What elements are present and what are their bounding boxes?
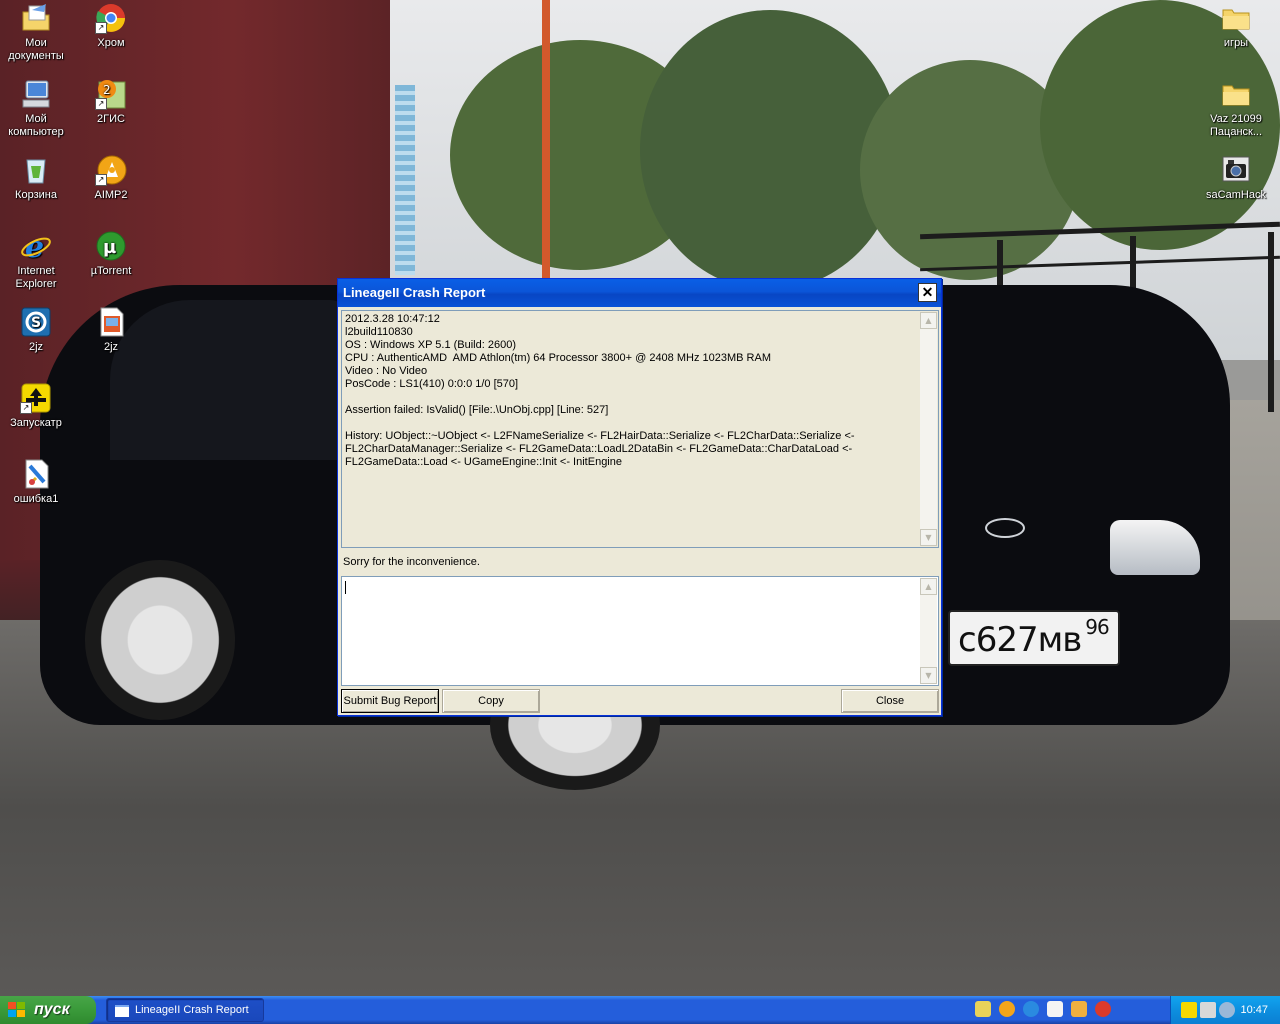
desktop-icon-label: Корзина: [15, 189, 57, 201]
text-caret: [345, 581, 346, 594]
clock[interactable]: 10:47: [1240, 996, 1268, 1024]
desktop-icon-my-computer[interactable]: Мой компьютер: [0, 78, 74, 139]
log-scrollbar[interactable]: ▲ ▼: [920, 312, 937, 546]
desktop-icon-label: ошибка1: [13, 493, 59, 505]
internet-explorer-icon: e: [20, 230, 52, 265]
log-line: History: UObject::~UObject <- L2FNameSer…: [345, 430, 858, 468]
desktop-icon-label: Vaz 21099 Пацанск...: [1210, 113, 1262, 138]
license-plate: с627мв 96: [948, 610, 1120, 666]
taskbar-item-label: LineageII Crash Report: [135, 1004, 249, 1016]
desktop-icon-label: 2jz: [103, 341, 119, 353]
desktop-icon-utorrent[interactable]: µ µTorrent: [73, 230, 149, 278]
my-computer-icon: [20, 78, 52, 110]
start-button[interactable]: пуск: [0, 996, 96, 1024]
log-line: l2build110830: [345, 326, 413, 338]
desktop-icon-label: Хром: [97, 37, 125, 49]
desktop-icon-label: 2jz: [28, 341, 44, 353]
scroll-up-arrow-icon[interactable]: ▲: [920, 312, 937, 329]
log-line: PosCode : LS1(410) 0:0:0 1/0 [570]: [345, 378, 519, 390]
desktop-icon-2jz-max[interactable]: S 2jz: [0, 306, 74, 354]
crash-report-window: LineageII Crash Report ✕ 2012.3.28 10:47…: [337, 278, 942, 716]
scroll-down-arrow-icon[interactable]: ▼: [920, 529, 937, 546]
sound-tray-icon[interactable]: [1219, 1002, 1235, 1018]
notepad-icon[interactable]: [1047, 1001, 1063, 1017]
close-button[interactable]: Close: [841, 689, 939, 713]
window-title-bar[interactable]: LineageII Crash Report ✕: [338, 279, 941, 307]
desktop-icon-label: Запускатр: [10, 417, 62, 429]
desktop-icon-2gis[interactable]: 2 ↗ 2ГИС: [73, 78, 149, 126]
launcher-tray-icon[interactable]: [1181, 1002, 1197, 1018]
recycle-bin-icon: [20, 154, 52, 186]
log-line: CPU : AuthenticAMD AMD Athlon(tm) 64 Pro…: [345, 352, 771, 364]
paint-file-icon: [20, 458, 52, 490]
folder-icon: [1220, 78, 1252, 110]
window-icon: [115, 1005, 129, 1017]
messenger-icon[interactable]: [1071, 1001, 1087, 1017]
apology-text: Sorry for the inconvenience.: [343, 556, 480, 568]
media-player-icon[interactable]: [999, 1001, 1015, 1017]
log-line: Assertion failed: IsValid() [File:.\UnOb…: [345, 404, 609, 416]
scroll-down-arrow-icon[interactable]: ▼: [920, 667, 937, 684]
log-line: Video : No Video: [345, 365, 428, 377]
bug-description-input[interactable]: ▲ ▼: [341, 576, 939, 686]
desktop-icon-sacamhack[interactable]: saCamHack: [1198, 154, 1274, 202]
ie-icon[interactable]: [1023, 1001, 1039, 1017]
svg-text:S: S: [31, 315, 41, 331]
input-scrollbar[interactable]: ▲ ▼: [920, 578, 937, 684]
network-tray-icon[interactable]: [1200, 1002, 1216, 1018]
my-documents-icon: [20, 2, 52, 34]
aimp-icon: ↗: [95, 154, 127, 186]
desktop-icon-recycle-bin[interactable]: Корзина: [0, 154, 74, 202]
2gis-icon: 2 ↗: [95, 78, 127, 110]
desktop-icon-label: 2ГИС: [97, 113, 125, 125]
desktop-icon-label: игры: [1223, 37, 1249, 49]
launcher-icon: ↗: [20, 382, 52, 414]
submit-bug-report-button[interactable]: Submit Bug Report: [341, 689, 439, 713]
log-line: OS : Windows XP 5.1 (Build: 2600): [345, 339, 516, 351]
desktop-icon-vaz-folder[interactable]: Vaz 21099 Пацанск...: [1198, 78, 1274, 139]
winamp-icon[interactable]: [975, 1001, 991, 1017]
desktop-icon-launcher[interactable]: ↗ Запускатр: [0, 382, 74, 430]
folder-icon: [1220, 2, 1252, 34]
windows-logo-icon: [8, 1002, 26, 1018]
desktop-icon-label: Мои документы: [8, 37, 64, 62]
utorrent-icon: µ: [95, 230, 127, 262]
desktop-icon-chrome[interactable]: ↗ Хром: [73, 2, 149, 50]
desktop-icon-label: saCamHack: [1206, 189, 1266, 201]
desktop-icon-my-documents[interactable]: Мои документы: [0, 2, 74, 63]
crash-log-text: 2012.3.28 10:47:12 l2build110830 OS : Wind…: [345, 313, 916, 545]
taskbar: пуск LineageII Crash Report 10:47: [0, 996, 1280, 1024]
desktop-icon-label: µTorrent: [90, 265, 132, 277]
close-icon: ✕: [921, 284, 934, 300]
desktop-icon-internet-explorer[interactable]: e Internet Explorer: [0, 230, 74, 291]
start-label: пуск: [34, 1001, 70, 1018]
log-line: 2012.3.28 10:47:12: [345, 313, 440, 325]
desktop-icon-error1[interactable]: ошибка1: [0, 458, 74, 506]
copy-button[interactable]: Copy: [442, 689, 540, 713]
desktop-icon-label: AIMP2: [94, 189, 128, 201]
svg-text:2: 2: [103, 83, 111, 97]
desktop-icon-games-folder[interactable]: игры: [1198, 2, 1274, 50]
camera-icon: [1220, 154, 1252, 186]
desktop-icon-label: Мой компьютер: [8, 113, 64, 138]
desktop-icon-label: Internet Explorer: [15, 265, 57, 290]
chrome-icon[interactable]: [1095, 1001, 1111, 1017]
3dsmax-icon: S: [20, 306, 52, 338]
window-title: LineageII Crash Report: [343, 285, 486, 300]
taskbar-item-crash-report[interactable]: LineageII Crash Report: [106, 998, 264, 1022]
svg-text:µ: µ: [103, 237, 116, 258]
desktop-icon-aimp2[interactable]: ↗ AIMP2: [73, 154, 149, 202]
system-tray: 10:47: [1170, 996, 1280, 1024]
desktop-icon-2jz-image[interactable]: 2jz: [73, 306, 149, 354]
image-file-icon: [95, 306, 127, 338]
chrome-icon: ↗: [95, 2, 127, 34]
close-window-button[interactable]: ✕: [918, 283, 937, 302]
scroll-up-arrow-icon[interactable]: ▲: [920, 578, 937, 595]
crash-log-textarea[interactable]: 2012.3.28 10:47:12 l2build110830 OS : Wind…: [341, 310, 939, 548]
